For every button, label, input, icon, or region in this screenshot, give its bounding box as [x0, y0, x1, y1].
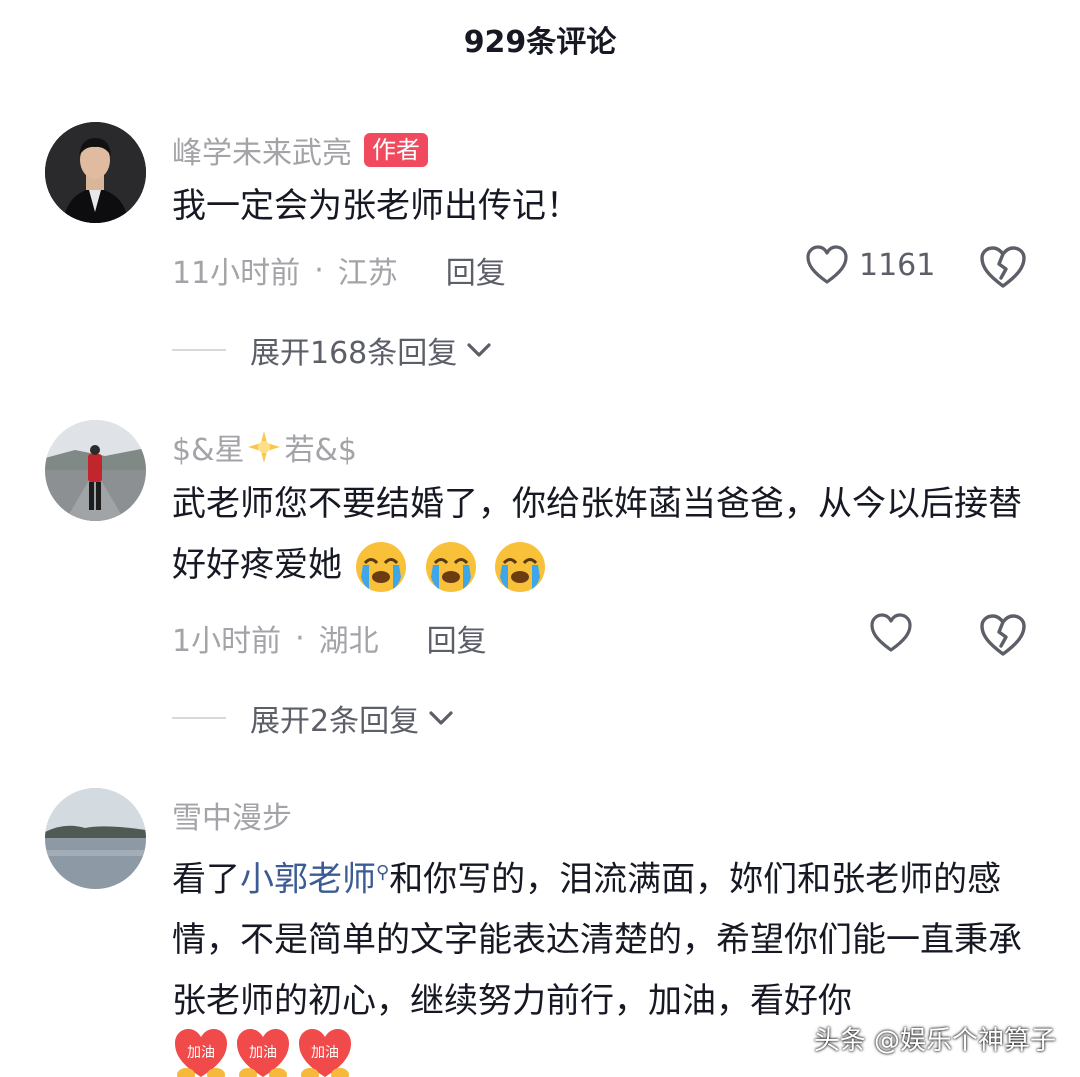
comment-text-start: 看了	[172, 859, 240, 900]
chevron-down-icon	[429, 711, 453, 725]
comments-header: 929条评论	[0, 0, 1080, 78]
comment-text: 看了小郭老师⚲和你写的，泪流满面，妳们和张老师的感情，不是简单的文字能表达清楚的…	[172, 842, 1042, 1032]
mention-link[interactable]: 小郭老师	[240, 859, 376, 899]
like-button[interactable]	[869, 612, 913, 654]
comment-meta: 1小时前 · 湖北 回复	[172, 616, 487, 660]
crying-emoji-icon	[495, 541, 546, 592]
comment-location: 湖北	[318, 624, 379, 659]
comment-meta: 11小时前 · 江苏 回复	[172, 248, 506, 292]
comment-author-row: 雪中漫步	[172, 793, 292, 837]
sticker-row: 加油 加油 加油	[172, 1025, 358, 1077]
reply-button[interactable]: 回复	[446, 248, 506, 292]
divider-line	[172, 717, 226, 719]
broken-heart-icon[interactable]	[978, 244, 1028, 290]
comment-text: 武老师您不要结婚了，你给张姩菡当爸爸，从今以后接替好好疼爱她	[172, 474, 1042, 596]
broken-heart-icon[interactable]	[978, 612, 1028, 658]
avatar[interactable]	[45, 420, 146, 521]
username[interactable]: $&星 若&$	[172, 425, 357, 469]
comment-author-row: $&星 若&$	[172, 425, 357, 469]
chevron-down-icon	[467, 343, 491, 357]
comment-text-content: 武老师您不要结婚了，你给张姩菡当爸爸，从今以后接替好好疼爱她	[172, 484, 1022, 585]
username-part: $&星	[172, 433, 245, 468]
meta-separator: ·	[314, 252, 324, 288]
sticker-label: 加油	[187, 1045, 215, 1061]
expand-replies-button[interactable]: 展开168条回复	[172, 328, 493, 372]
like-count: 1161	[859, 247, 936, 283]
username-part: 若&$	[284, 433, 357, 468]
sticker-label: 加油	[249, 1045, 277, 1061]
username[interactable]: 峰学未来武亮	[172, 128, 352, 172]
like-button[interactable]: 1161	[805, 244, 935, 286]
username[interactable]: 雪中漫步	[172, 793, 292, 837]
comment-author-row: 峰学未来武亮 作者	[172, 128, 428, 172]
sparkle-emoji-icon	[248, 431, 281, 463]
comment-time: 1小时前	[172, 624, 282, 659]
expand-replies-label: 展开168条回复	[250, 336, 458, 371]
reply-button[interactable]: 回复	[427, 616, 487, 660]
comment-text: 我一定会为张老师出传记！	[172, 186, 580, 226]
comment-time: 11小时前	[172, 256, 301, 291]
crying-emoji-icon	[425, 541, 476, 592]
jiayou-sticker-icon: 加油	[299, 1029, 351, 1077]
author-badge: 作者	[364, 133, 428, 167]
meta-separator: ·	[295, 620, 305, 656]
jiayou-sticker-icon: 加油	[237, 1029, 289, 1077]
expand-replies-label: 展开2条回复	[250, 704, 420, 739]
comment-location: 江苏	[337, 256, 398, 291]
comment-count-title: 929条评论	[463, 25, 617, 60]
avatar[interactable]	[45, 788, 146, 889]
expand-replies-button[interactable]: 展开2条回复	[172, 696, 455, 740]
sticker-label: 加油	[311, 1045, 339, 1061]
divider-line	[172, 349, 226, 351]
crying-emoji-icon	[355, 541, 406, 592]
heart-icon	[806, 245, 848, 284]
search-icon[interactable]: ⚲	[376, 862, 389, 883]
avatar[interactable]	[45, 122, 146, 223]
heart-icon	[870, 613, 912, 652]
jiayou-sticker-icon: 加油	[175, 1029, 227, 1077]
watermark: 头条 @娱乐个神算子	[813, 1026, 1056, 1056]
